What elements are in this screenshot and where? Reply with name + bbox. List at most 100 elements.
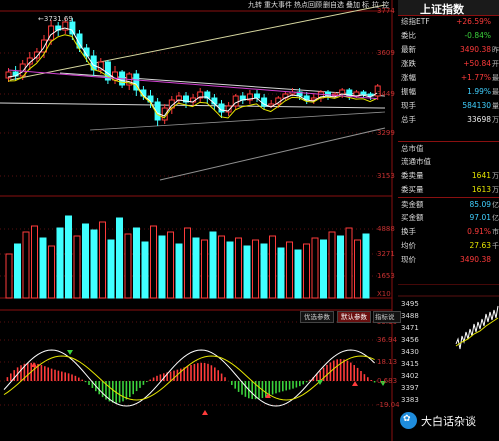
quote-label: 委比 [401, 31, 416, 40]
volume-bar [141, 241, 149, 299]
indicator-scale-label: -19.04 [377, 401, 400, 409]
quote-value: 85.09 [469, 200, 491, 209]
volume-bar [133, 227, 140, 299]
candlestick [360, 90, 367, 98]
quote-row: 综指ETF +26.59% [398, 15, 499, 29]
mini-chart-scale-label: 3415 [401, 360, 419, 368]
quote-row: 涨跌 +50.84 开 [398, 57, 499, 71]
quote-label: 涨跌 [401, 59, 416, 68]
volume-bar [56, 227, 64, 299]
volume-bar [184, 227, 191, 299]
quote-row: 换手 0.91% 市 [398, 225, 499, 239]
quote-unit: 开 [492, 60, 499, 68]
sell-signal-icon [67, 350, 73, 355]
high-price-marker: ←3731.69 [38, 15, 73, 23]
quote-row: 现价 3490.38 [398, 253, 499, 267]
toolbar-item-overlay[interactable]: 叠加 [346, 0, 360, 11]
quote-unit: 万 [492, 172, 499, 180]
quote-unit: 万 [492, 116, 499, 124]
volume-bar [158, 235, 166, 299]
quote-row: 总手 33698 万 [398, 113, 499, 127]
volume-bar [150, 225, 157, 299]
quote-value: +1.77% [460, 73, 491, 82]
candlestick [317, 90, 324, 102]
volume-scale-label: 3271 [377, 250, 395, 258]
quote-value: 3490.38 [459, 45, 491, 54]
quote-value: 0.91% [467, 227, 491, 236]
wechat-logo-icon: ✿ [400, 412, 417, 429]
price-scale-label: 3299 [377, 129, 395, 137]
quote-label: 现手 [401, 101, 416, 110]
volume-bar [124, 233, 132, 299]
candlestick [12, 66, 19, 80]
volume-bar [243, 245, 251, 299]
volume-bar [107, 239, 115, 299]
candlestick [246, 90, 253, 104]
quote-value: 3490.38 [459, 255, 491, 264]
volume-bar [286, 241, 293, 299]
quote-label: 流通市值 [401, 157, 431, 166]
volume-bar [31, 225, 38, 299]
volume-bar [337, 235, 344, 299]
mini-chart-scale-label: 3488 [401, 312, 419, 320]
quote-row: 现手 584130 量 [398, 99, 499, 113]
quote-value: 1.99% [467, 87, 491, 96]
default-params-button[interactable]: 默认参数 [337, 311, 371, 323]
volume-bar [167, 231, 174, 299]
volume-bar [362, 233, 370, 299]
volume-bar [294, 249, 302, 299]
quote-label: 现价 [401, 255, 416, 264]
candlestick [133, 70, 140, 96]
candlestick [197, 88, 204, 102]
volume-bar [48, 245, 55, 299]
price-scale-label: 3609 [377, 49, 395, 57]
price-scale-label: 3449 [377, 90, 395, 98]
quote-value: 33698 [467, 115, 491, 124]
main-chart[interactable] [0, 0, 400, 441]
buy-signal-icon [352, 381, 358, 386]
quote-unit: 最 [492, 74, 499, 82]
quote-value: 1641 [471, 171, 491, 180]
price-scale-label: 3774 [377, 7, 395, 15]
quote-unit: 昨 [492, 46, 499, 54]
volume-bar [192, 237, 200, 299]
toolbar-item-mark[interactable]: 标 [362, 0, 369, 11]
quote-row: 最新 3490.38 昨 [398, 43, 499, 57]
optimal-params-button[interactable]: 优选参数 [300, 311, 334, 323]
mini-chart-scale-label: 3471 [401, 324, 419, 332]
toolbar-item-hot-review[interactable]: 热点回顾 [294, 0, 322, 11]
volume-bar [65, 215, 72, 299]
quote-label: 委卖量 [401, 171, 424, 180]
indicator-scale-label: 18.13 [377, 358, 398, 366]
quote-value: 1613 [471, 185, 491, 194]
quote-value: 27.63 [469, 241, 491, 250]
volume-bar [320, 239, 327, 299]
toolbar-item-major-events[interactable]: 重大事件 [264, 0, 292, 11]
quote-label: 振幅 [401, 87, 416, 96]
indicator-help-button[interactable]: 指标说明 [373, 311, 401, 323]
volume-bar [73, 235, 81, 299]
watermark-text: 大白话杂谈 [421, 415, 476, 428]
quote-unit: 万 [492, 186, 499, 194]
volume-bar [5, 253, 13, 299]
quote-row: 委买量 1613 万 [398, 183, 499, 197]
quote-row: 总市值 [398, 141, 499, 156]
volume-bar [90, 229, 98, 299]
quote-row: 均价 27.63 千 [398, 239, 499, 253]
indicator-scale-label: 36.94 [377, 336, 398, 344]
quote-label: 综指ETF [401, 17, 430, 26]
mini-chart-scale-label: 3397 [401, 384, 419, 392]
volume-scale-label: 1653 [377, 272, 395, 280]
indicator-line [3, 349, 375, 407]
toolbar-item-jiuzhuan[interactable]: 九转 [248, 0, 262, 11]
toolbar-item-remove-watchlist[interactable]: 删自选 [323, 0, 344, 11]
quote-unit: 千 [492, 242, 499, 250]
candlestick [310, 94, 317, 104]
volume-bar [252, 239, 259, 299]
volume-bar [235, 237, 242, 299]
volume-bar [277, 247, 285, 299]
quote-label: 总手 [401, 115, 416, 124]
volume-bar [175, 243, 183, 299]
volume-bar [303, 243, 310, 299]
mini-chart-scale-label: 3430 [401, 348, 419, 356]
